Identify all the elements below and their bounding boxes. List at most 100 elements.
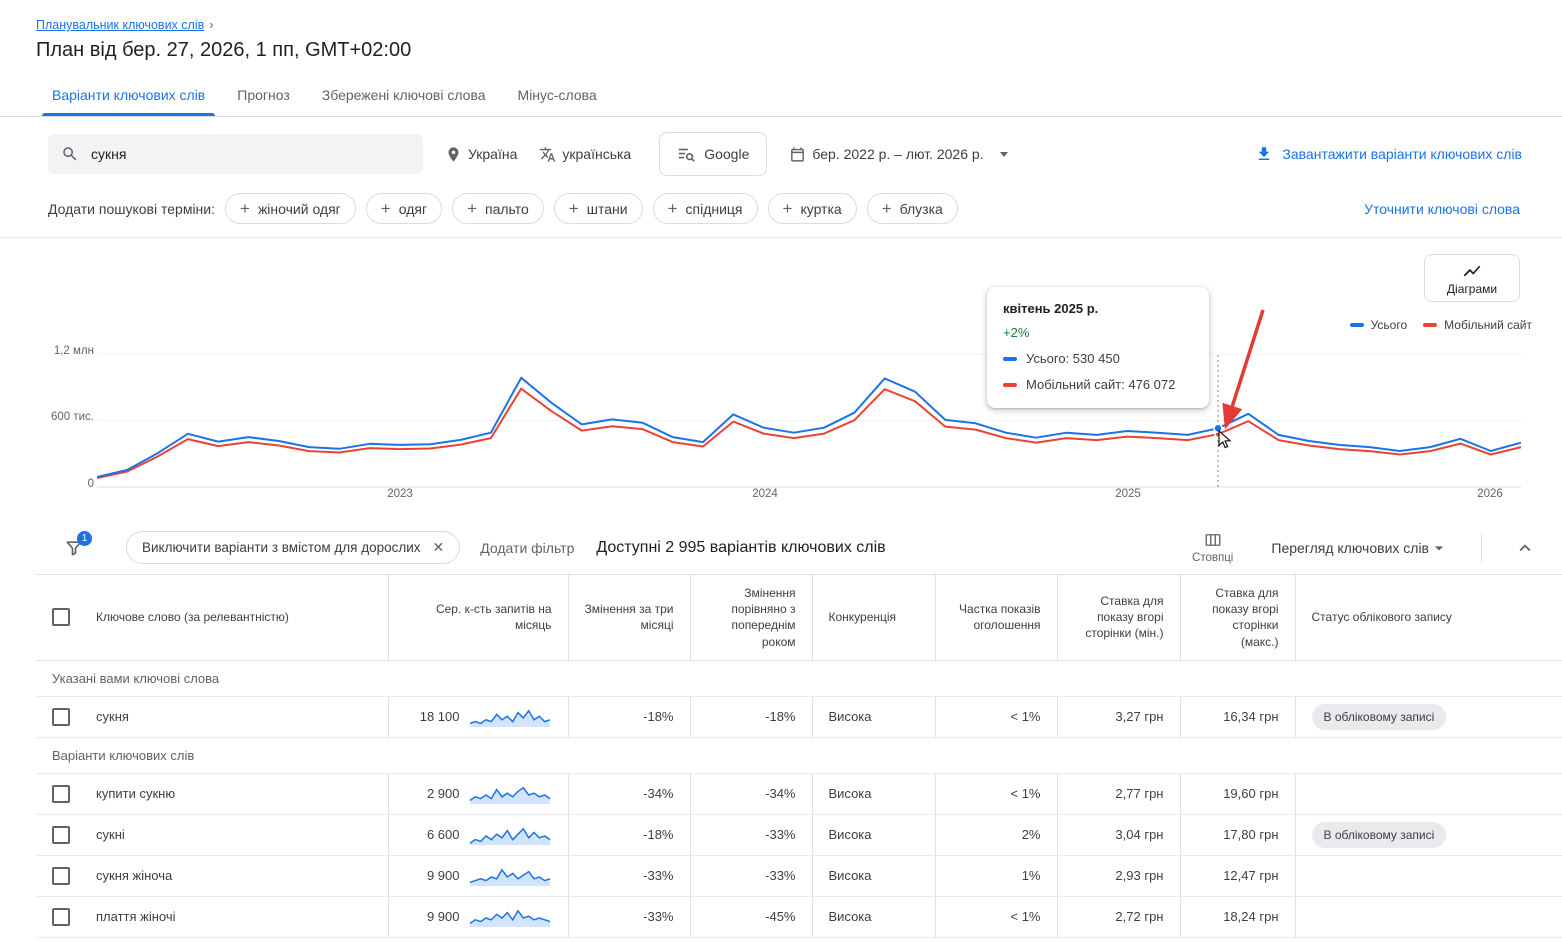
three-month-change-cell: -18%	[568, 696, 690, 737]
table-row: купити сукню2 900-34%-34%Висока< 1%2,77 …	[36, 773, 1562, 814]
mobile-series-dash	[1003, 383, 1017, 387]
download-icon	[1255, 145, 1273, 163]
breadcrumb-separator: ›	[209, 18, 213, 32]
tooltip-delta: +2%	[1003, 325, 1193, 340]
keyword-view-select[interactable]: Перегляд ключових слів	[1271, 538, 1449, 558]
avg-searches-cell: 9 900	[388, 896, 568, 937]
calendar-icon	[789, 146, 806, 163]
avg-searches-cell: 6 600	[388, 814, 568, 855]
account-status-cell	[1295, 855, 1562, 896]
three-month-change-cell: -33%	[568, 896, 690, 937]
sparkline-chart	[468, 704, 552, 730]
row-checkbox[interactable]	[52, 785, 70, 803]
three-month-change-cell: -33%	[568, 855, 690, 896]
top-bid-low-cell: 2,72 грн	[1057, 896, 1180, 937]
tooltip-title: квітень 2025 р.	[1003, 301, 1193, 316]
columns-icon	[1204, 531, 1222, 549]
tooltip-total: Усього: 530 450	[1026, 351, 1120, 366]
row-checkbox[interactable]	[52, 826, 70, 844]
network-selector[interactable]: Google	[659, 132, 767, 176]
yoy-change-cell: -18%	[690, 696, 812, 737]
diagrams-button[interactable]: Діаграми	[1424, 254, 1520, 302]
tab-1[interactable]: Варіанти ключових слів	[36, 74, 221, 116]
add-filter-button[interactable]: Додати фільтр	[480, 540, 574, 556]
add-term-chip[interactable]: +куртка	[768, 193, 857, 224]
trend-line-chart[interactable]	[97, 346, 1529, 498]
yoy-change-cell: -45%	[690, 896, 812, 937]
impression-share-cell: < 1%	[935, 696, 1057, 737]
close-icon[interactable]: ✕	[433, 539, 445, 556]
tab-2[interactable]: Прогноз	[221, 74, 306, 116]
avg-searches-cell: 18 100	[388, 696, 568, 737]
header-top-bid-high[interactable]: Ставка для показу вгорі сторінки (макс.)	[1180, 575, 1295, 661]
add-term-chip[interactable]: +спідниця	[653, 193, 758, 224]
search-input[interactable]: сукня	[48, 134, 423, 174]
impression-share-cell: < 1%	[935, 896, 1057, 937]
add-term-chip[interactable]: +одяг	[366, 193, 442, 224]
download-keywords-button[interactable]: Завантажити варіанти ключових слів	[1255, 145, 1522, 163]
header-competition[interactable]: Конкуренція	[812, 575, 935, 661]
row-checkbox-cell	[36, 773, 80, 814]
header-three-month-change[interactable]: Змінення за три місяці	[568, 575, 690, 661]
header-checkbox-cell	[36, 575, 80, 661]
tab-3[interactable]: Збережені ключові слова	[306, 74, 502, 116]
top-bid-low-cell: 3,27 грн	[1057, 696, 1180, 737]
top-bid-high-cell: 12,47 грн	[1180, 855, 1295, 896]
add-term-chip[interactable]: +блузка	[867, 193, 958, 224]
status-badge: В обліковому записі	[1312, 704, 1447, 730]
header-impression-share[interactable]: Частка показів оголошення	[935, 575, 1057, 661]
filter-bar: 1 Виключити варіанти з вмістом для дорос…	[0, 521, 1562, 574]
account-status-cell	[1295, 773, 1562, 814]
term-chip-label: куртка	[800, 201, 841, 217]
tab-4[interactable]: Мінус-слова	[502, 74, 613, 116]
header-top-bid-low[interactable]: Ставка для показу вгорі сторінки (мін.)	[1057, 575, 1180, 661]
header-keyword[interactable]: Ключове слово (за релевантністю)	[80, 575, 388, 661]
row-checkbox[interactable]	[52, 708, 70, 726]
breadcrumb-link[interactable]: Планувальник ключових слів	[36, 18, 204, 32]
language-selector[interactable]: українська	[539, 146, 631, 163]
keyword-cell: сукня жіноча	[80, 855, 388, 896]
refine-keywords-link[interactable]: Уточнити ключові слова	[1364, 201, 1520, 217]
select-all-checkbox[interactable]	[52, 608, 70, 626]
location-selector[interactable]: Україна	[445, 146, 517, 163]
yoy-change-cell: -33%	[690, 814, 812, 855]
top-bid-low-cell: 2,77 грн	[1057, 773, 1180, 814]
filter-chip-label: Виключити варіанти з вмістом для доросли…	[142, 540, 421, 555]
row-checkbox[interactable]	[52, 867, 70, 885]
filter-count-badge: 1	[77, 531, 92, 546]
network-icon	[677, 145, 695, 163]
header-account-status[interactable]: Статус облікового запису	[1295, 575, 1562, 661]
x-axis-label: 2024	[735, 488, 795, 500]
keyword-view-label: Перегляд ключових слів	[1271, 540, 1429, 556]
row-checkbox[interactable]	[52, 908, 70, 926]
plus-icon: +	[467, 200, 477, 217]
top-bid-high-cell: 19,60 грн	[1180, 773, 1295, 814]
term-chip-label: жіночий одяг	[258, 201, 341, 217]
legend-item[interactable]: Усього	[1350, 318, 1408, 332]
add-term-chip[interactable]: +жіночий одяг	[225, 193, 356, 224]
table-row: сукня18 100-18%-18%Висока< 1%3,27 грн16,…	[36, 696, 1562, 737]
date-range-selector[interactable]: бер. 2022 р. – лют. 2026 р.	[789, 146, 1007, 163]
term-chip-label: спідниця	[686, 201, 743, 217]
avg-searches-cell: 9 900	[388, 855, 568, 896]
language-label: українська	[562, 146, 631, 162]
active-filter-chip[interactable]: Виключити варіанти з вмістом для доросли…	[126, 531, 460, 564]
header-avg-searches[interactable]: Сер. к-сть запитів на місяць	[388, 575, 568, 661]
add-term-chip[interactable]: +пальто	[452, 193, 544, 224]
tooltip-mobile: Мобільний сайт: 476 072	[1026, 377, 1175, 392]
avg-searches-cell: 2 900	[388, 773, 568, 814]
collapse-panel-button[interactable]	[1514, 537, 1536, 559]
legend-item[interactable]: Мобільний сайт	[1423, 318, 1532, 332]
plus-icon: +	[882, 200, 892, 217]
chart-tooltip: квітень 2025 р. +2% Усього: 530 450 Мобі…	[987, 287, 1209, 408]
filter-button[interactable]: 1	[64, 538, 84, 558]
top-bid-high-cell: 18,24 грн	[1180, 896, 1295, 937]
page-title: План від бер. 27, 2026, 1 пп, GMT+02:00	[36, 39, 1522, 62]
competition-cell: Висока	[812, 896, 935, 937]
header-yoy-change[interactable]: Змінення порівняно з попереднім роком	[690, 575, 812, 661]
add-term-chip[interactable]: +штани	[554, 193, 643, 224]
row-checkbox-cell	[36, 696, 80, 737]
row-checkbox-cell	[36, 855, 80, 896]
page-header: Планувальник ключових слів › План від бер…	[0, 0, 1562, 62]
columns-button[interactable]: Стовпці	[1192, 531, 1233, 564]
